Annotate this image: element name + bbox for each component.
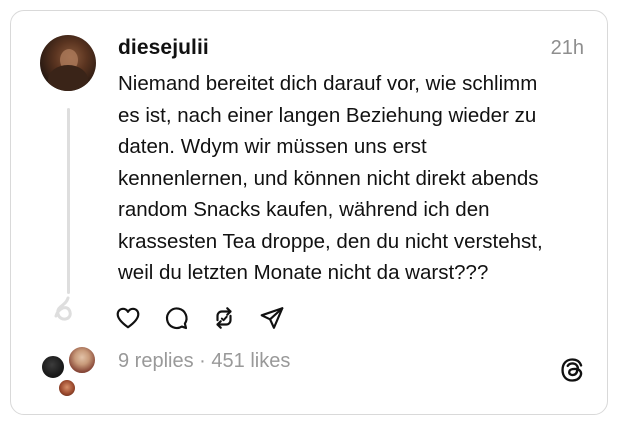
post-text-line: random Snacks kaufen, während ich den xyxy=(118,198,490,221)
post-text-line: Niemand bereitet dich darauf vor, wie sc… xyxy=(118,72,538,95)
share-button[interactable] xyxy=(258,304,286,332)
post-text-line: daten. Wdym wir müssen uns erst xyxy=(118,135,427,158)
post-text-line: es ist, nach einer langen Beziehung wied… xyxy=(118,103,537,127)
comment-icon xyxy=(165,307,188,330)
author-avatar[interactable] xyxy=(40,35,96,91)
threads-logo-icon[interactable] xyxy=(558,356,586,384)
repost-button[interactable] xyxy=(210,304,238,332)
post-text: Niemand bereitet dich darauf vor, wie sc… xyxy=(118,68,588,289)
post-text-line: krassesten Tea droppe, den du nicht vers… xyxy=(118,229,543,253)
post-text-line: kennenlernen, und können nicht direkt ab… xyxy=(118,166,539,190)
likes-count[interactable]: 451 likes xyxy=(211,350,290,372)
heart-icon xyxy=(116,307,140,329)
author-username[interactable]: diesejulii xyxy=(118,36,209,60)
thread-line xyxy=(67,108,70,294)
post-actions xyxy=(114,304,286,332)
reply-button[interactable] xyxy=(162,304,190,332)
post-text-line: weil du letzten Monate nicht da warst??? xyxy=(118,261,489,284)
repost-icon xyxy=(216,307,232,329)
thread-loop-icon xyxy=(54,296,72,321)
replier-avatar xyxy=(67,345,97,375)
post-timestamp: 21h xyxy=(550,37,584,59)
like-button[interactable] xyxy=(114,304,142,332)
replier-avatar xyxy=(57,378,77,398)
stats-separator: · xyxy=(193,350,212,372)
replier-avatars[interactable] xyxy=(40,345,102,401)
replier-avatar xyxy=(40,354,66,380)
send-icon xyxy=(260,307,284,329)
post-stats: 9 replies · 451 likes xyxy=(118,350,290,373)
replies-count[interactable]: 9 replies xyxy=(118,350,194,372)
